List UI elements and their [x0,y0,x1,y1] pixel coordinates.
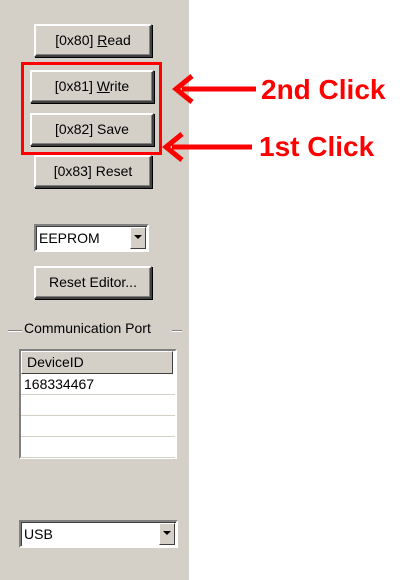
left-arrow-icon [172,74,256,104]
memory-type-value: EEPROM [39,230,100,246]
read-button-label: [0x80] [55,32,98,48]
first-click-callout: 1st Click [259,131,375,162]
left-arrow-icon [162,132,252,162]
read-button[interactable]: [0x80] Read [34,24,152,57]
reset-editor-button-label: Reset Editor... [49,274,137,290]
chevron-down-icon [134,235,142,239]
chevron-down-icon [163,531,171,535]
comm-group-rule-right [172,330,182,332]
interface-select[interactable]: USB [19,520,178,548]
reset-editor-button[interactable]: Reset Editor... [34,266,152,299]
device-id-column-header[interactable]: DeviceID [21,351,173,374]
table-row[interactable]: 168334467 [21,374,175,395]
memory-type-dropdown-button[interactable] [130,227,146,249]
read-button-label-rest: ead [107,32,131,48]
memory-type-select[interactable]: EEPROM [34,224,149,252]
table-row[interactable] [21,437,175,458]
second-click-callout: 2nd Click [261,74,386,105]
interface-value: USB [24,526,53,542]
comm-group-label: Communication Port [22,320,153,336]
table-row[interactable] [21,416,175,437]
reset-button-label: [0x83] Reset [53,163,133,179]
device-list[interactable]: DeviceID 168334467 [19,349,177,459]
highlight-box [21,62,162,155]
comm-group-rule-left [8,330,22,332]
table-row[interactable] [21,395,175,416]
read-button-accel: R [97,32,108,48]
reset-button[interactable]: [0x83] Reset [34,155,152,188]
interface-dropdown-button[interactable] [159,523,175,545]
